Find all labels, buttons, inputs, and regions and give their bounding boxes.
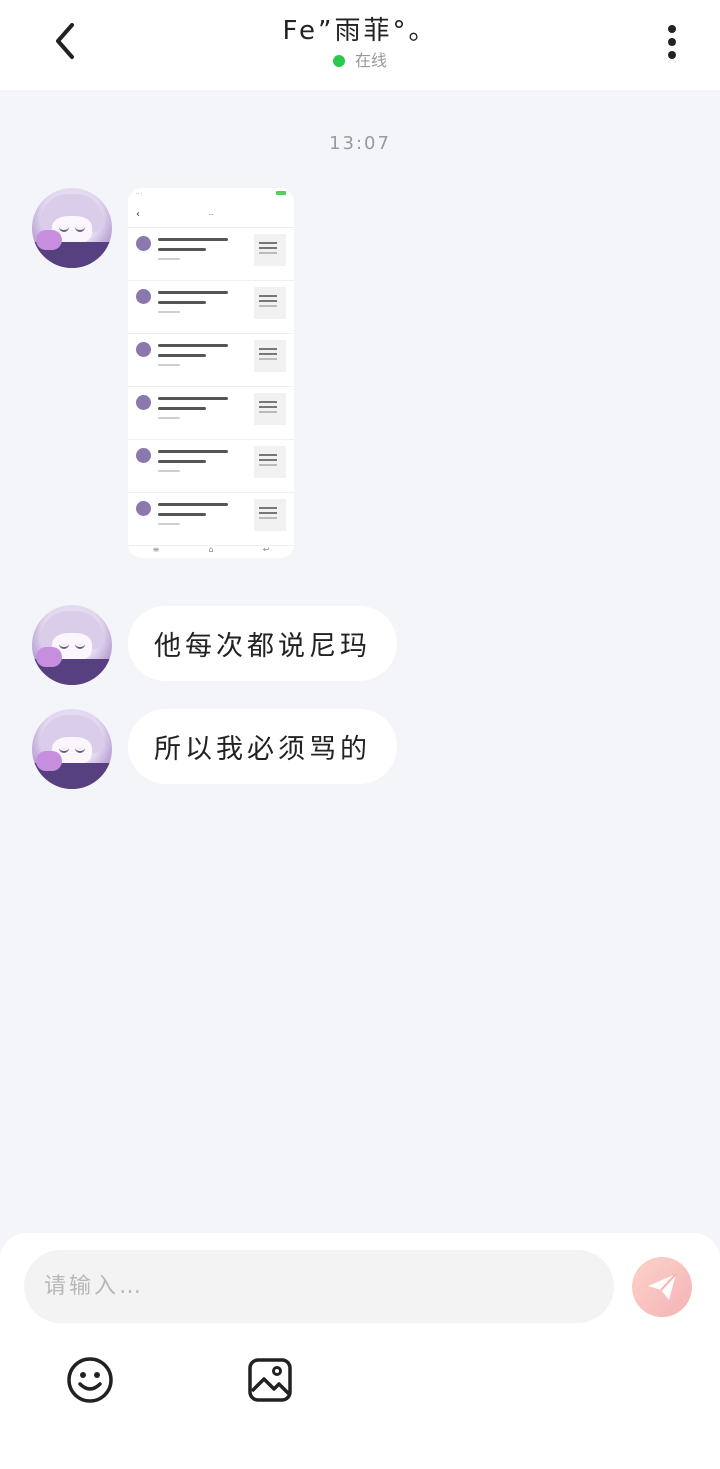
more-vertical-icon <box>668 25 676 33</box>
image-icon <box>248 1358 292 1402</box>
screenshot-nav-bar: ≡ ⌂ ↩ <box>152 544 270 554</box>
online-status-text: 在线 <box>354 51 387 70</box>
screenshot-row <box>128 387 294 440</box>
chat-header: Fe”雨菲°。 在线 <box>0 0 720 90</box>
chevron-left-icon <box>56 23 74 59</box>
screenshot-row <box>128 440 294 493</box>
online-dot-icon <box>332 55 345 67</box>
text-message[interactable]: 所以我必须骂的 <box>128 709 397 784</box>
screenshot-header: ‹ ·· <box>128 205 294 228</box>
text-message[interactable]: 他每次都说尼玛 <box>128 606 397 681</box>
online-status: 在线 <box>160 50 560 72</box>
back-button[interactable] <box>40 16 90 66</box>
image-picker-button[interactable] <box>245 1355 295 1405</box>
message-composer <box>0 1233 720 1469</box>
screenshot-row <box>128 228 294 281</box>
avatar[interactable] <box>32 709 112 789</box>
contact-name: Fe”雨菲°。 <box>282 16 438 46</box>
more-options-button[interactable] <box>652 20 692 64</box>
screenshot-row <box>128 334 294 387</box>
screenshot-status-bar: ·· · <box>128 188 294 205</box>
chat-title-block: Fe”雨菲°。 在线 <box>160 14 560 72</box>
avatar[interactable] <box>32 605 112 685</box>
message-timestamp: 13:07 <box>329 133 391 154</box>
send-icon <box>648 1273 677 1300</box>
emoji-button[interactable] <box>65 1355 115 1405</box>
message-input[interactable] <box>24 1250 614 1323</box>
image-message[interactable]: ·· · ‹ ·· ≡ ⌂ ↩ <box>128 188 294 558</box>
screenshot-row <box>128 493 294 546</box>
send-button[interactable] <box>632 1257 692 1317</box>
screenshot-row <box>128 281 294 334</box>
avatar[interactable] <box>32 188 112 268</box>
emoji-icon <box>67 1357 113 1403</box>
